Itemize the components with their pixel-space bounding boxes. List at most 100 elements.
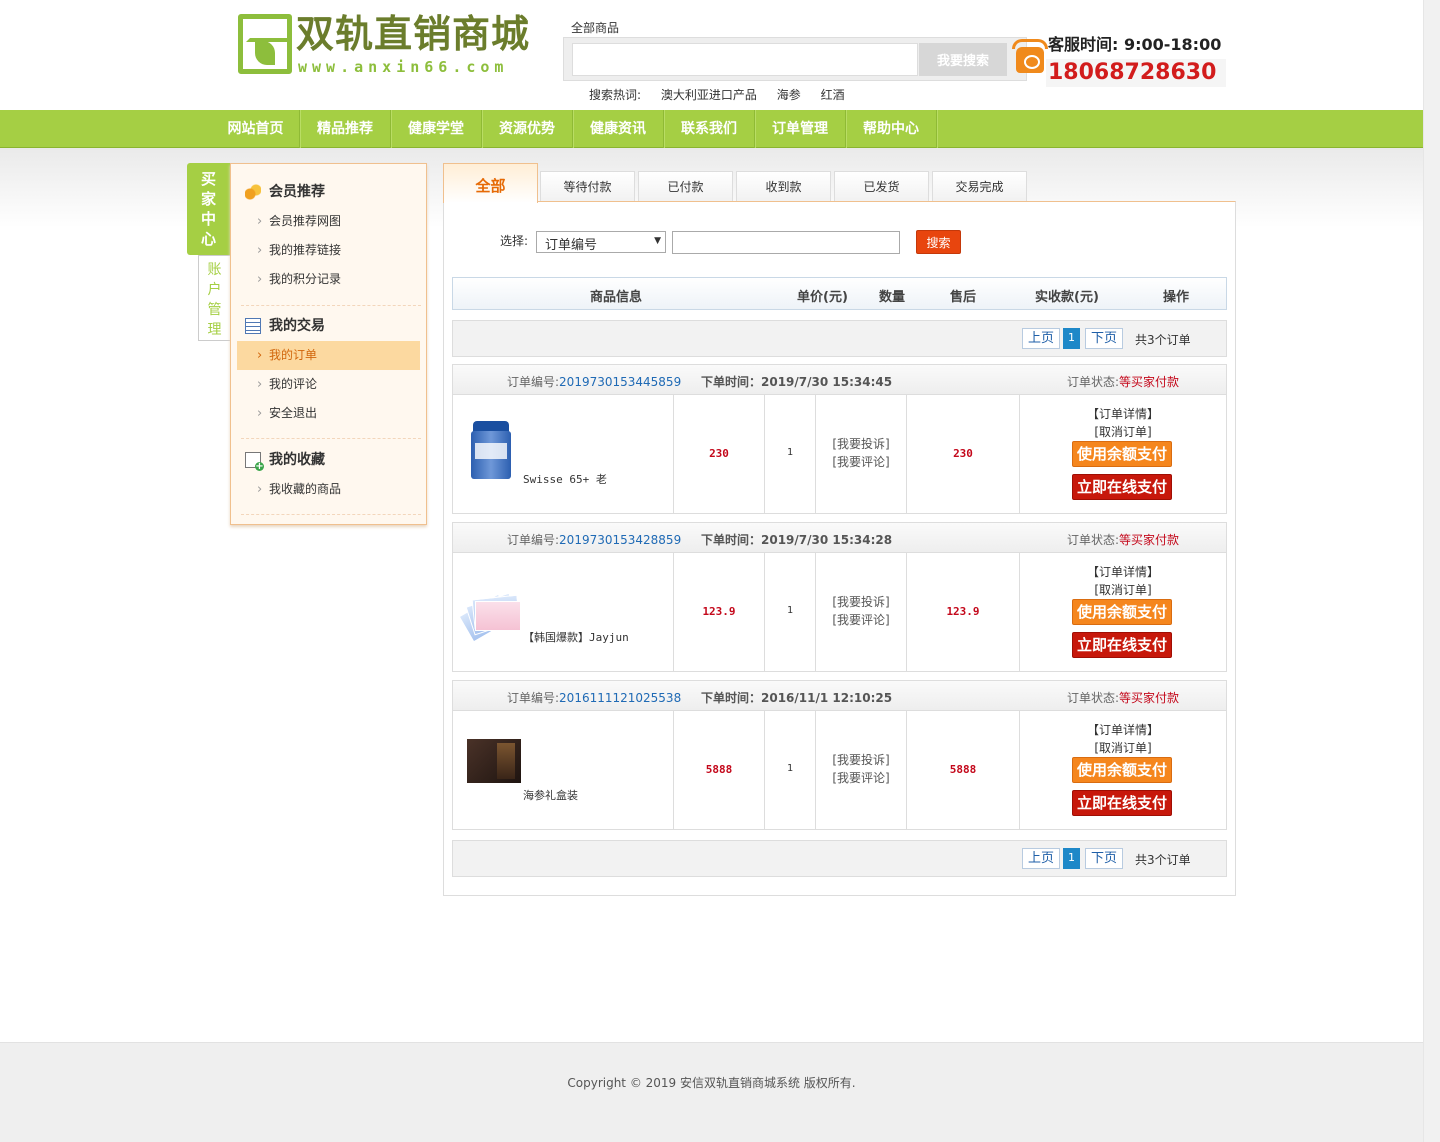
section-title-text: 会员推荐 [269, 184, 325, 200]
current-page[interactable]: 1 [1063, 848, 1080, 869]
review-link[interactable]: [我要评论] [816, 769, 906, 787]
pager-top: 上页 1 下页 共3个订单 [452, 320, 1227, 357]
nav-item-resources[interactable]: 资源优势 [482, 110, 573, 148]
filter-keyword-input[interactable] [672, 231, 900, 254]
hot-word-link[interactable]: 海参 [777, 88, 801, 102]
column-header: 操作 [1163, 290, 1190, 305]
qty-cell: 1 [765, 711, 816, 829]
product-name[interactable]: Swisse 65+ 老 [523, 471, 607, 487]
coins-icon [245, 184, 261, 200]
order-detail-link[interactable]: 【订单详情】 [1020, 405, 1226, 423]
order-detail-link[interactable]: 【订单详情】 [1020, 721, 1226, 739]
tab-received[interactable]: 收到款 [736, 171, 831, 202]
sidebar-item-referral-map[interactable]: 会员推荐网图 [241, 207, 421, 236]
prev-page-button[interactable]: 上页 [1022, 328, 1061, 349]
order-status-value: 等买家付款 [1119, 533, 1180, 547]
nav-item-recommend[interactable]: 精品推荐 [300, 110, 391, 148]
search-button[interactable]: 我要搜索 [919, 43, 1007, 76]
tab-buyer-center[interactable]: 买 家 中 心 [187, 163, 230, 255]
pay-online-button[interactable]: 立即在线支付 [1072, 474, 1172, 500]
review-link[interactable]: [我要评论] [816, 611, 906, 629]
pay-with-balance-button[interactable]: 使用余额支付 [1072, 599, 1172, 625]
pay-online-button[interactable]: 立即在线支付 [1072, 790, 1172, 816]
pay-with-balance-button[interactable]: 使用余额支付 [1072, 757, 1172, 783]
product-name[interactable]: 【韩国爆款】Jayjun [523, 629, 629, 645]
sidebar-item-my-reviews[interactable]: 我的评论 [241, 370, 421, 399]
order-status-label: 订单状态: [1067, 691, 1120, 705]
order-header: 订单编号:2019730153428859 下单时间：2019/7/30 15:… [453, 523, 1226, 553]
review-link[interactable]: [我要评论] [816, 453, 906, 471]
order-number-link[interactable]: 2019730153445859 [559, 375, 681, 389]
next-page-button[interactable]: 下页 [1085, 848, 1124, 869]
menu-divider [241, 514, 421, 515]
site-logo[interactable]: 双轨直销商城 www.anxin66.com [238, 12, 548, 76]
after-sale-cell: [我要投诉] [我要评论] [816, 711, 907, 829]
after-sale-cell: [我要投诉] [我要评论] [816, 553, 907, 671]
order-card: 订单编号:2016111121025538 下单时间：2016/11/1 12:… [452, 680, 1227, 830]
nav-item-health-news[interactable]: 健康资讯 [573, 110, 664, 148]
cancel-order-link[interactable]: [取消订单] [1020, 423, 1226, 441]
sidebar-item-logout[interactable]: 安全退出 [241, 399, 421, 428]
tab-completed[interactable]: 交易完成 [932, 171, 1027, 202]
site-footer: Copyright © 2019 安信双轨直销商城系统 版权所有. [0, 1042, 1423, 1142]
after-sale-cell: [我要投诉] [我要评论] [816, 395, 907, 513]
tab-shipped[interactable]: 已发货 [834, 171, 929, 202]
pay-online-button[interactable]: 立即在线支付 [1072, 632, 1172, 658]
tab-account-management[interactable]: 账 户 管 理 [198, 255, 230, 341]
current-page[interactable]: 1 [1063, 328, 1080, 349]
complain-link[interactable]: [我要投诉] [816, 751, 906, 769]
paid-amount: 230 [953, 447, 973, 460]
order-detail-link[interactable]: 【订单详情】 [1020, 563, 1226, 581]
next-page-button[interactable]: 下页 [1085, 328, 1124, 349]
order-status-value: 等买家付款 [1119, 375, 1180, 389]
filter-search-button[interactable]: 搜索 [916, 230, 961, 254]
product-cell: 海参礼盒装 [453, 711, 674, 829]
tab-paid[interactable]: 已付款 [638, 171, 733, 202]
sidebar-menu: 会员推荐 会员推荐网图 我的推荐链接 我的积分记录 我的交易 我的订单 我的评论… [230, 163, 427, 525]
search-input[interactable] [572, 43, 918, 76]
paid-cell: 123.9 [907, 553, 1020, 671]
prev-page-button[interactable]: 上页 [1022, 848, 1061, 869]
sidebar-item-my-orders[interactable]: 我的订单 [237, 341, 420, 370]
tab-all[interactable]: 全部 [443, 163, 538, 203]
tab-pending-payment[interactable]: 等待付款 [540, 171, 635, 202]
hot-word-link[interactable]: 澳大利亚进口产品 [661, 88, 757, 102]
sidebar-item-favorite-products[interactable]: 我收藏的商品 [241, 475, 421, 504]
menu-section-title: 我的交易 [241, 311, 421, 341]
search-category[interactable]: 全部商品 [571, 19, 619, 36]
order-actions: 【订单详情】 [取消订单] [1020, 405, 1226, 441]
qty-cell: 1 [765, 553, 816, 671]
column-header: 商品信息 [590, 290, 643, 305]
cancel-order-link[interactable]: [取消订单] [1020, 739, 1226, 757]
vertical-scrollbar[interactable] [1423, 0, 1440, 1142]
nav-item-help[interactable]: 帮助中心 [846, 110, 937, 148]
order-body: 【韩国爆款】Jayjun 123.9 1 [我要投诉] [我要评论] 123.9… [453, 553, 1226, 671]
order-header: 订单编号:2016111121025538 下单时间：2016/11/1 12:… [453, 681, 1226, 711]
pay-with-balance-button[interactable]: 使用余额支付 [1072, 441, 1172, 467]
product-image[interactable] [463, 415, 523, 485]
hot-word-link[interactable]: 红酒 [821, 88, 845, 102]
cancel-order-link[interactable]: [取消订单] [1020, 581, 1226, 599]
sidebar-item-referral-link[interactable]: 我的推荐链接 [241, 236, 421, 265]
order-number-link[interactable]: 2016111121025538 [559, 691, 681, 705]
nav-item-home[interactable]: 网站首页 [212, 110, 300, 148]
tab-char: 中 [200, 210, 216, 228]
menu-section-favorites: 我的收藏 我收藏的商品 [241, 445, 421, 504]
product-image[interactable] [463, 731, 523, 801]
menu-section-title: 会员推荐 [241, 177, 421, 207]
paid-amount: 123.9 [946, 605, 980, 618]
nav-item-contact[interactable]: 联系我们 [664, 110, 755, 148]
product-image[interactable] [458, 573, 523, 643]
telephone-icon [1012, 35, 1048, 79]
order-number-link[interactable]: 2019730153428859 [559, 533, 681, 547]
quantity: 1 [786, 447, 794, 458]
complain-link[interactable]: [我要投诉] [816, 593, 906, 611]
complain-link[interactable]: [我要投诉] [816, 435, 906, 453]
product-name[interactable]: 海参礼盒装 [523, 787, 578, 803]
price-cell: 123.9 [674, 553, 765, 671]
filter-type-select[interactable]: 订单编号 ▼ [536, 231, 666, 253]
nav-item-orders[interactable]: 订单管理 [755, 110, 846, 148]
sidebar-item-points-record[interactable]: 我的积分记录 [241, 265, 421, 294]
nav-item-health-school[interactable]: 健康学堂 [391, 110, 482, 148]
actions-cell: 【订单详情】 [取消订单] 使用余额支付 立即在线支付 [1020, 395, 1226, 513]
